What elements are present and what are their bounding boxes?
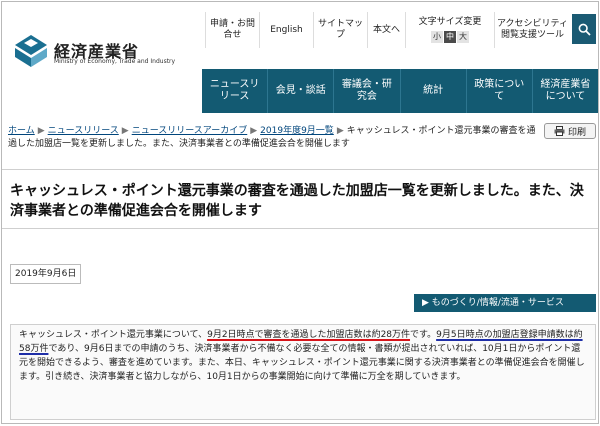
breadcrumb-separator-icon: ▶ — [250, 126, 258, 136]
article-text: キャッシュレス・ポイント還元事業について、9月2日時点で審査を通過した加盟店数は… — [19, 328, 587, 384]
body-text-1: キャッシュレス・ポイント還元事業について、 — [19, 330, 208, 340]
nav-policy[interactable]: 政策について — [465, 69, 532, 113]
accessibility-tool-link[interactable]: アクセシビリティ閲覧支援ツール — [495, 12, 570, 48]
nav-councils[interactable]: 審議会・研究会 — [333, 69, 399, 113]
font-size-control: 文字サイズ変更 小 中 大 — [405, 12, 495, 48]
nav-about-meti[interactable]: 経済産業省について — [531, 69, 598, 113]
meti-logo-icon — [15, 35, 47, 67]
meti-logo[interactable]: 経済産業省 Ministry of Economy, Trade and Ind… — [14, 32, 184, 72]
font-size-buttons: 小 中 大 — [431, 31, 469, 43]
breadcrumb-separator-icon: ▶ — [37, 126, 45, 136]
print-label: 印刷 — [567, 127, 586, 138]
font-medium-button[interactable]: 中 — [444, 31, 456, 43]
breadcrumb-september-list[interactable]: 2019年度9月一覧 — [260, 126, 334, 136]
highlight-approved-stores: 9月2日時点で審査を通過した加盟店数は約28万件 — [207, 330, 411, 340]
breadcrumb-archive[interactable]: ニュースリリースアーカイブ — [132, 126, 248, 136]
skip-to-content-link[interactable]: 本文へ — [367, 12, 405, 48]
global-nav: ニュースリリース 会見・談話 審議会・研究会 統計 政策について 経済産業省につ… — [202, 69, 598, 113]
nav-news-release[interactable]: ニュースリリース — [202, 69, 267, 113]
search-icon — [578, 23, 591, 36]
site-header: 経済産業省 Ministry of Economy, Trade and Ind… — [2, 2, 598, 74]
body-text-3: であり、9月6日までの申請のうち、決済事業者から不備なく必要な全ての情報・書類が… — [19, 344, 585, 382]
page: 経済産業省 Ministry of Economy, Trade and Ind… — [1, 1, 599, 424]
font-small-button[interactable]: 小 — [431, 31, 443, 43]
printer-icon — [554, 126, 565, 136]
breadcrumb-home[interactable]: ホーム — [8, 126, 35, 136]
article-body: キャッシュレス・ポイント還元事業について、9月2日時点で審査を通過した加盟店数は… — [10, 324, 596, 420]
nav-statistics[interactable]: 統計 — [399, 69, 466, 113]
title-section: キャッシュレス・ポイント還元事業の審査を通過した加盟店一覧を更新しました。また、… — [2, 169, 598, 229]
arrow-right-icon: ▶ — [422, 298, 432, 308]
breadcrumb-separator-icon: ▶ — [336, 126, 344, 136]
nav-press-conference[interactable]: 会見・談話 — [267, 69, 333, 113]
breadcrumb: ホーム ▶ ニュースリリース ▶ ニュースリリースアーカイブ ▶ 2019年度9月一覧 ▶ キャ… — [8, 125, 538, 151]
body-text-2: です。 — [410, 330, 437, 340]
inquiry-link[interactable]: 申請・お問合せ — [205, 12, 259, 48]
search-button[interactable] — [572, 14, 596, 44]
sitemap-link[interactable]: サイトマップ — [313, 12, 367, 48]
category-link[interactable]: ▶ ものづくり/情報/流通・サービス — [414, 294, 596, 312]
publish-date: 2019年9月6日 — [10, 264, 82, 284]
font-large-button[interactable]: 大 — [457, 31, 469, 43]
font-size-label: 文字サイズ変更 — [418, 17, 482, 27]
print-button[interactable]: 印刷 — [544, 123, 596, 139]
logo-subtitle: Ministry of Economy, Trade and Industry — [54, 58, 176, 65]
category-label: ものづくり/情報/流通・サービス — [431, 298, 564, 308]
page-title: キャッシュレス・ポイント還元事業の審査を通過した加盟店一覧を更新しました。また、… — [10, 183, 584, 219]
breadcrumb-news-release[interactable]: ニュースリリース — [48, 126, 119, 136]
breadcrumb-separator-icon: ▶ — [121, 126, 129, 136]
english-link[interactable]: English — [259, 12, 313, 48]
